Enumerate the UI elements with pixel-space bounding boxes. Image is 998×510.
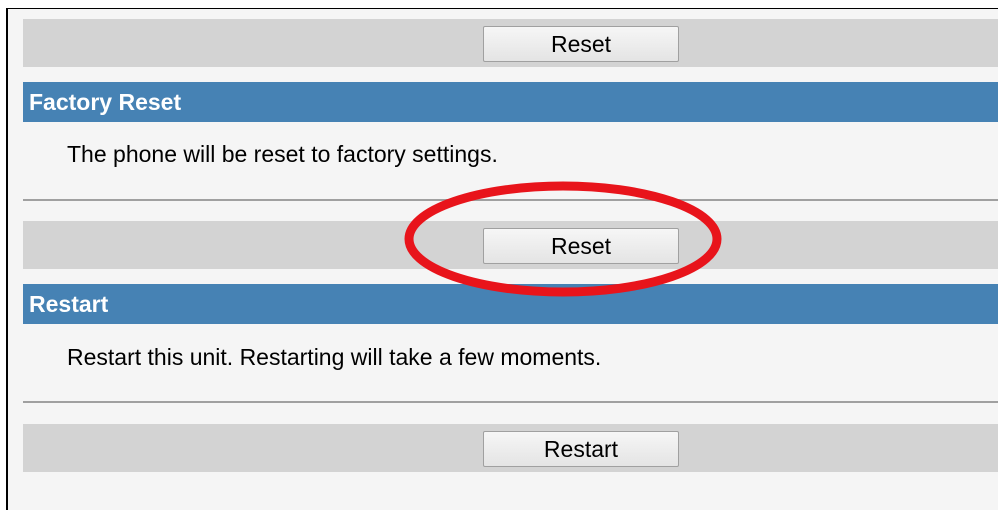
factory-reset-description: The phone will be reset to factory setti…	[67, 141, 498, 167]
restart-button-bar: Restart	[23, 424, 998, 472]
factory-reset-divider	[23, 199, 998, 201]
factory-reset-header: Factory Reset	[23, 82, 998, 122]
factory-reset-button-bar: Reset	[23, 221, 998, 269]
top-button-bar: Reset	[23, 19, 998, 67]
restart-description: Restart this unit. Restarting will take …	[67, 344, 602, 370]
restart-divider	[23, 401, 998, 403]
top-reset-button[interactable]: Reset	[483, 26, 679, 62]
restart-header: Restart	[23, 284, 998, 324]
factory-reset-button[interactable]: Reset	[483, 228, 679, 264]
settings-panel: Reset Factory Reset The phone will be re…	[6, 8, 998, 510]
restart-button[interactable]: Restart	[483, 431, 679, 467]
